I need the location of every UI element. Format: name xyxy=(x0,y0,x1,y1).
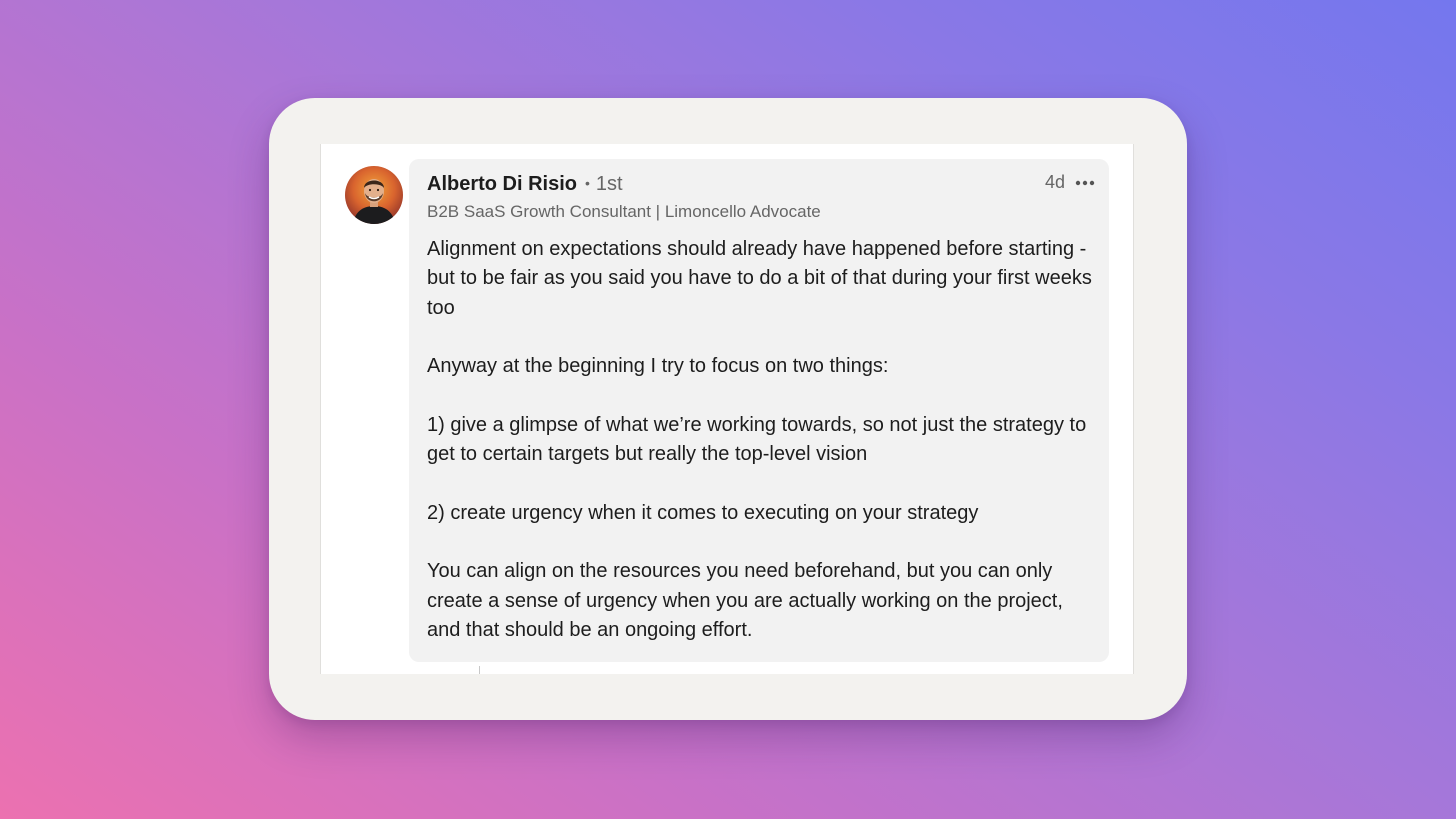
comment-bubble: Alberto Di Risio • 1st B2B SaaS Growth C… xyxy=(409,159,1109,662)
ellipsis-horizontal-icon xyxy=(1075,180,1095,185)
author-row: Alberto Di Risio • 1st xyxy=(427,173,623,196)
comment-card: Alberto Di Risio • 1st B2B SaaS Growth C… xyxy=(320,144,1134,674)
avatar-photo-icon xyxy=(345,166,403,224)
screenshot-frame: Alberto Di Risio • 1st B2B SaaS Growth C… xyxy=(269,98,1187,720)
comment-timestamp: 4d xyxy=(1044,172,1065,192)
reply-thread-line xyxy=(479,666,480,674)
author-headline: B2B SaaS Growth Consultant | Limoncello … xyxy=(427,202,821,221)
author-avatar[interactable] xyxy=(345,166,403,224)
comment-paragraph: 2) create urgency when it comes to execu… xyxy=(427,501,979,524)
comment-paragraph: Anyway at the beginning I try to focus o… xyxy=(427,355,889,378)
comment-paragraph: You can align on the resources you need … xyxy=(427,560,1063,641)
author-name-link[interactable]: Alberto Di Risio xyxy=(427,173,577,196)
more-options-button[interactable] xyxy=(1073,173,1097,193)
connection-degree: 1st xyxy=(595,173,623,195)
comment-text: Alignment on expectations should already… xyxy=(427,235,1097,645)
comment-meta: 4d xyxy=(1045,172,1097,193)
degree-separator: • xyxy=(585,175,590,191)
comment-paragraph: 1) give a glimpse of what we’re working … xyxy=(427,413,1087,466)
comment-paragraph: Alignment on expectations should already… xyxy=(427,238,1092,319)
